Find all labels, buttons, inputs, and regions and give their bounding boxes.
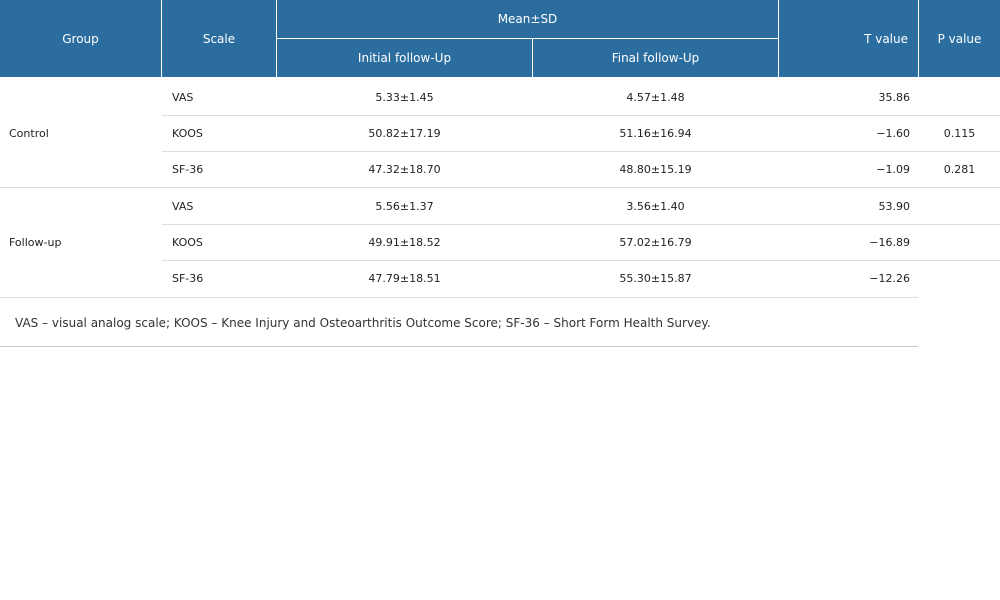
table-row-initial: 47.32±18.70 — [368, 162, 441, 176]
divider — [162, 115, 1000, 116]
header-scale: Scale — [162, 0, 276, 77]
table-row-t-value: −1.60 — [876, 126, 910, 140]
table-row-p-value — [919, 224, 1000, 260]
table-row-final: 57.02±16.79 — [619, 235, 692, 249]
table-row-p-value — [919, 260, 1000, 296]
table-row-p-value: 0.115 — [943, 126, 976, 140]
table-row-initial: 50.82±17.19 — [368, 126, 441, 140]
table-row-t-value: −16.89 — [869, 235, 910, 249]
header-p-value: P value — [919, 0, 1000, 77]
table-row-scale: VAS — [172, 199, 194, 213]
table-row-final: 48.80±15.19 — [619, 162, 692, 176]
table-row-initial: 47.79±18.51 — [368, 271, 441, 285]
divider — [162, 260, 1000, 261]
header-initial-follow-up: Initial follow-Up — [277, 39, 532, 77]
table-row-final: 4.57±1.48 — [626, 90, 685, 104]
table-row-scale: SF-36 — [172, 162, 204, 176]
header-group: Group — [0, 0, 161, 77]
group-label-control: Control — [9, 126, 49, 140]
table-row-final: 3.56±1.40 — [626, 199, 685, 213]
table-row-scale: KOOS — [172, 126, 203, 140]
table-row-initial: 5.33±1.45 — [375, 90, 434, 104]
table-row-t-value: 53.90 — [878, 199, 911, 213]
table-row-scale: VAS — [172, 90, 194, 104]
table-row-initial: 5.56±1.37 — [375, 199, 434, 213]
table-row-p-value — [919, 79, 1000, 115]
table-row-p-value: 0.281 — [943, 162, 976, 176]
divider — [162, 224, 1000, 225]
header-t-value: T value — [779, 0, 918, 77]
table-row-final: 55.30±15.87 — [619, 271, 692, 285]
table-row-p-value — [919, 188, 1000, 224]
table-footnote: VAS – visual analog scale; KOOS – Knee I… — [15, 316, 711, 330]
header-mean-sd: Mean±SD — [277, 0, 778, 38]
divider — [0, 297, 918, 298]
group-label-follow-up: Follow-up — [9, 235, 62, 249]
table-row-t-value: −1.09 — [876, 162, 910, 176]
table-row-initial: 49.91±18.52 — [368, 235, 441, 249]
header-final-follow-up: Final follow-Up — [533, 39, 778, 77]
table-row-t-value: 35.86 — [878, 90, 911, 104]
table-row-scale: KOOS — [172, 235, 203, 249]
divider — [0, 346, 918, 347]
divider — [0, 187, 1000, 188]
table-row-t-value: −12.26 — [869, 271, 910, 285]
divider — [162, 151, 1000, 152]
table-row-final: 51.16±16.94 — [619, 126, 692, 140]
table-row-scale: SF-36 — [172, 271, 204, 285]
